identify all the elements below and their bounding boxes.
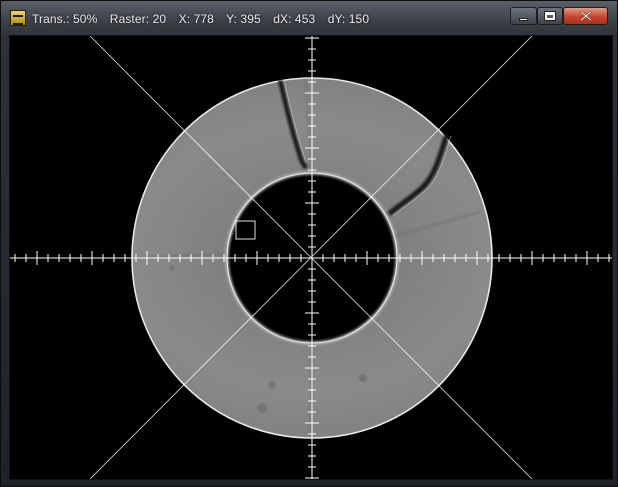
raster-readout: Raster: 20 — [109, 12, 167, 26]
close-button[interactable] — [563, 7, 608, 25]
camera-viewer-window: Trans.: 50% Raster: 20 X: 778 Y: 395 dX:… — [0, 0, 618, 487]
camera-image — [10, 36, 612, 479]
y-coordinate-readout: Y: 395 — [226, 12, 261, 26]
status-readout: Trans.: 50% Raster: 20 X: 778 Y: 395 dX:… — [32, 12, 378, 26]
close-icon — [579, 11, 592, 21]
minimize-button[interactable] — [510, 7, 537, 25]
minimize-icon — [519, 17, 528, 21]
dx-readout: dX: 453 — [273, 12, 316, 26]
camera-app-icon[interactable] — [10, 10, 26, 26]
dy-readout: dY: 150 — [327, 12, 370, 26]
maximize-button[interactable] — [537, 7, 563, 25]
maximize-icon — [544, 11, 556, 21]
title-bar[interactable]: Trans.: 50% Raster: 20 X: 778 Y: 395 dX:… — [1, 1, 617, 35]
x-coordinate-readout: X: 778 — [178, 12, 214, 26]
transparency-readout: Trans.: 50% — [32, 12, 98, 26]
camera-image-viewport[interactable] — [9, 35, 613, 480]
